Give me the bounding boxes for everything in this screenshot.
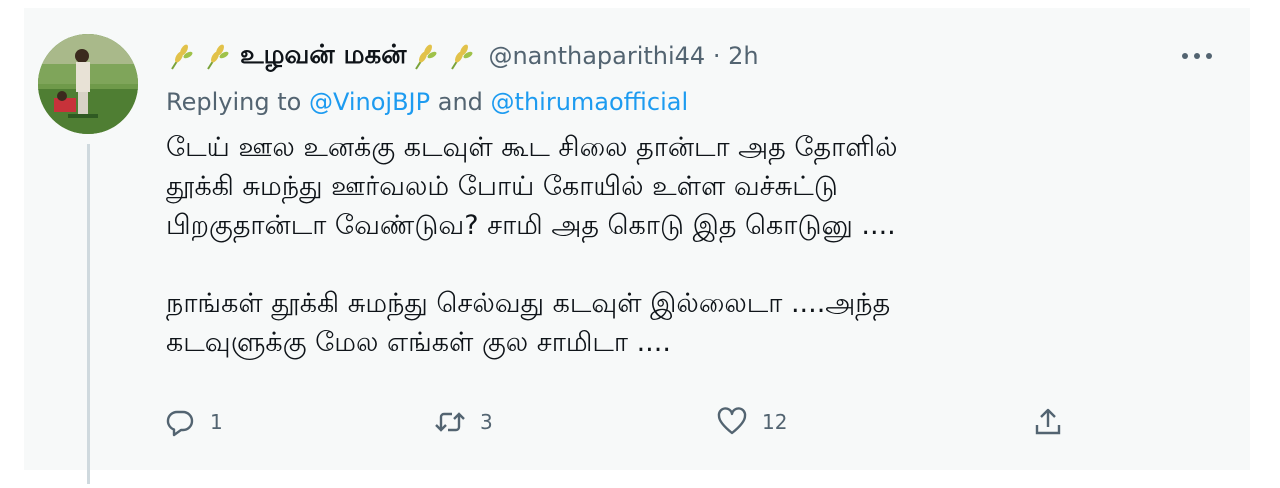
retweet-icon	[435, 412, 465, 432]
user-handle[interactable]: @nanthaparithi44	[488, 42, 705, 70]
tweet-text-line: கடவுளுக்கு மேல எங்கள் குல சாமிடா ....	[166, 327, 671, 358]
tweet-text-line: தூக்கி சுமந்து ஊர்வலம் போய் கோயில் உள்ள …	[166, 171, 838, 202]
reply-bubble-icon	[166, 410, 194, 437]
tweet-timestamp[interactable]: 2h	[728, 42, 758, 70]
heart-icon	[717, 407, 747, 435]
tweet-paragraph: டேய் ஊல உனக்கு கடவுள் கூட சிலை தான்டா அத…	[166, 128, 1226, 245]
wheat-emoji-icon	[207, 44, 229, 70]
like-button[interactable]: 12	[716, 402, 787, 442]
reply-mention-link[interactable]: @VinojBJP	[309, 88, 430, 116]
reply-button[interactable]: 1	[164, 402, 223, 442]
avatar-photo	[38, 34, 138, 134]
tweet-actions: 1 3 12	[164, 402, 1224, 442]
tweet-text: டேய் ஊல உனக்கு கடவுள் கூட சிலை தான்டா அத…	[166, 128, 1226, 362]
tweet-paragraph: நாங்கள் தூக்கி சுமந்து செல்வது கடவுள் இல…	[166, 284, 1226, 362]
share-icon	[1035, 408, 1061, 435]
time-separator: ·	[712, 42, 721, 70]
tweet-header: உழவன் மகன் @nanthaparithi44 · 2h	[166, 36, 759, 76]
avatar[interactable]	[38, 34, 138, 134]
more-dots-icon[interactable]	[1180, 46, 1214, 66]
reply-count: 1	[210, 410, 223, 434]
replying-and: and	[437, 88, 483, 116]
retweet-count: 3	[480, 410, 493, 434]
tweet-text-line: பிறகுதான்டா வேண்டுவ? சாமி அத கொடு இத கொட…	[166, 210, 896, 241]
share-button[interactable]	[1032, 402, 1064, 442]
reply-mention-link[interactable]: @thirumaofficial	[491, 88, 689, 116]
replying-to-line: Replying to @VinojBJP and @thirumaoffici…	[166, 88, 688, 116]
retweet-button[interactable]: 3	[434, 402, 493, 442]
tweet-text-line: நாங்கள் தூக்கி சுமந்து செல்வது கடவுள் இல…	[166, 288, 891, 319]
tweet-text-line: டேய் ஊல உனக்கு கடவுள் கூட சிலை தான்டா அத…	[166, 132, 898, 163]
thread-line	[87, 144, 90, 484]
replying-prefix: Replying to	[166, 88, 302, 116]
tweet-card[interactable]: உழவன் மகன் @nanthaparithi44 · 2h Replyin…	[24, 8, 1250, 484]
like-count: 12	[762, 410, 788, 434]
display-name[interactable]: உழவன் மகன்	[240, 40, 406, 73]
wheat-emoji-icon	[415, 44, 437, 70]
wheat-emoji-icon	[171, 44, 193, 70]
wheat-emoji-icon	[451, 44, 473, 70]
